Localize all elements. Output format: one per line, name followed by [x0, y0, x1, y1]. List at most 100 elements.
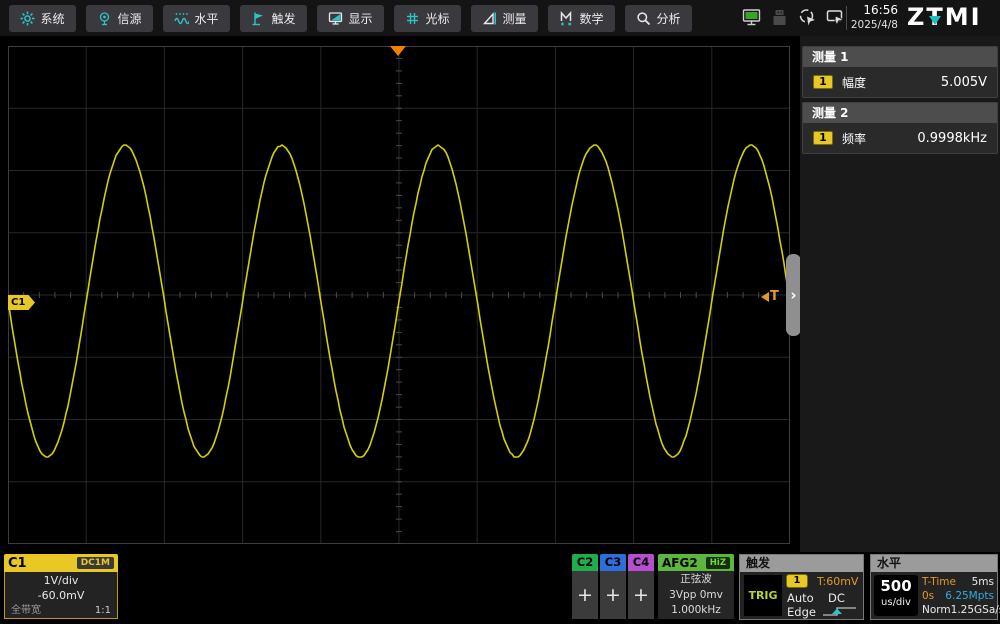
menu-button-system[interactable]: 系统 — [9, 5, 76, 32]
horizontal-panel[interactable]: 水平 500 us/div T-Time 5ms 0s 6.25Mpts Nor… — [870, 554, 998, 620]
touch-icon[interactable] — [798, 8, 817, 27]
channel1-header: C1 DC1M — [4, 554, 118, 572]
afg-header: AFG2 HiZ — [658, 554, 734, 571]
sample-rate: 1.25GSa/s — [951, 604, 1000, 616]
timebase-scale: 500 — [874, 577, 918, 596]
channel2-panel[interactable]: C2 + — [572, 554, 598, 619]
menu-label: 测量 — [502, 10, 526, 27]
measurement2-source-badge: 1 — [813, 131, 833, 145]
measurement-card-2[interactable]: 测量 2 1 频率 0.9998kHz — [802, 102, 998, 154]
channel2-header: C2 — [572, 554, 598, 571]
channel4-panel[interactable]: C4 + — [628, 554, 654, 619]
trigger-level-value: T:60mV — [817, 575, 858, 588]
total-time-row: T-Time 5ms — [922, 576, 994, 588]
measurement2-title: 测量 2 — [803, 103, 997, 123]
channel3-add-button[interactable]: + — [600, 571, 626, 619]
channel1-info: 1V/div -60.0mV 全带宽 1:1 — [4, 572, 118, 619]
trigger-type: Edge — [787, 605, 816, 619]
t-time-label: T-Time — [922, 576, 956, 588]
signal-source-icon — [97, 11, 112, 26]
trigger-panel-title: 触发 — [740, 555, 863, 572]
bottom-status-bar: C1 DC1M 1V/div -60.0mV 全带宽 1:1 C2 + C3 +… — [0, 552, 1000, 624]
channel1-scale: 1V/div — [5, 573, 117, 588]
horizontal-wave-icon — [174, 11, 189, 26]
brand-logo: ZTMI — [907, 3, 997, 33]
chevron-right-icon: › — [790, 286, 796, 304]
cursor-grid-icon — [405, 11, 420, 26]
trigger-position-marker-icon[interactable] — [390, 46, 406, 56]
menu-button-trigger[interactable]: 触发 — [240, 5, 307, 32]
flag-icon — [251, 11, 266, 26]
channel3-header: C3 — [600, 554, 626, 571]
display-icon — [328, 11, 343, 26]
channel1-name: C1 — [8, 556, 27, 571]
measurement2-label: 频率 — [842, 130, 866, 147]
measurement-sidebar: 测量 1 1 幅度 5.005V 测量 2 1 频率 0.9998kHz — [800, 36, 1000, 552]
brand-logo-triangle-icon — [929, 16, 941, 25]
menu-label: 显示 — [348, 10, 372, 27]
horizontal-panel-body: 500 us/div T-Time 5ms 0s 6.25Mpts Norm 1… — [871, 572, 997, 619]
acquisition-row: Norm 1.25GSa/s — [922, 604, 994, 616]
menu-button-analysis[interactable]: 分析 — [625, 5, 692, 32]
trigger-mode: Auto — [787, 591, 814, 605]
afg-info: 正弦波 3Vpp 0mv 1.000kHz — [658, 571, 734, 619]
afg-name: AFG2 — [662, 556, 698, 570]
waveform-display-area[interactable] — [8, 46, 790, 544]
measurement2-row: 1 频率 0.9998kHz — [803, 123, 997, 153]
afg-panel[interactable]: AFG2 HiZ 正弦波 3Vpp 0mv 1.000kHz — [658, 554, 734, 619]
trigger-panel[interactable]: 触发 TRIG 1 Auto Edge T:60mV DC — [739, 554, 864, 620]
measurement1-label: 幅度 — [842, 74, 866, 91]
delay-value: 0s — [922, 590, 934, 602]
channel4-add-button[interactable]: + — [628, 571, 654, 619]
top-menu-bar: 系统 信源 水平 — [0, 0, 1000, 36]
channel3-panel[interactable]: C3 + — [600, 554, 626, 619]
oscilloscope-screen: { "topbar": { "menu": [ { "label": "系统",… — [0, 0, 1000, 624]
trigger-level-marker[interactable]: T — [761, 289, 779, 304]
waveform-graticule — [8, 46, 790, 544]
date-display: 2025/4/8 — [850, 18, 898, 33]
acquisition-mode: Norm — [922, 604, 951, 616]
t-time-value: 5ms — [972, 576, 994, 588]
gesture-icon[interactable] — [826, 8, 845, 27]
menu-button-display[interactable]: 显示 — [317, 5, 384, 32]
menu-button-horizontal[interactable]: 水平 — [163, 5, 230, 32]
timebase-box[interactable]: 500 us/div — [874, 575, 918, 616]
magnifier-icon — [636, 11, 651, 26]
rising-edge-icon — [822, 605, 858, 617]
trigger-status-indicator: TRIG — [744, 575, 782, 616]
channel2-add-button[interactable]: + — [572, 571, 598, 619]
trigger-coupling: DC — [828, 591, 845, 605]
trigger-source-badge: 1 — [786, 574, 808, 588]
plus-icon: + — [605, 584, 621, 606]
measurement1-source-badge: 1 — [813, 75, 833, 89]
plus-icon: + — [577, 584, 593, 606]
menu-label: 数学 — [579, 10, 603, 27]
side-panel-expander-handle[interactable]: › — [786, 254, 801, 336]
menu-label: 分析 — [656, 10, 680, 27]
menu-label: 信源 — [117, 10, 141, 27]
measurement1-title: 测量 1 — [803, 47, 997, 67]
menu-button-measure[interactable]: 测量 — [471, 5, 538, 32]
menu-button-source[interactable]: 信源 — [86, 5, 153, 32]
timebase-unit: us/div — [874, 596, 918, 609]
delay-memory-row: 0s 6.25Mpts — [922, 590, 994, 602]
channel4-header: C4 — [628, 554, 654, 571]
afg-impedance-badge: HiZ — [706, 557, 730, 569]
afg-waveform-type: 正弦波 — [658, 572, 734, 588]
measurement1-row: 1 幅度 5.005V — [803, 67, 997, 97]
measurement-card-1[interactable]: 测量 1 1 幅度 5.005V — [802, 46, 998, 98]
screen-share-icon[interactable] — [742, 8, 761, 27]
horizontal-panel-title: 水平 — [871, 555, 997, 572]
usb-storage-icon[interactable] — [770, 8, 789, 27]
measurement1-value: 5.005V — [941, 75, 987, 90]
time-display: 16:56 — [850, 3, 898, 18]
trigger-level-label: T — [770, 289, 779, 304]
channel1-bandwidth-row: 全带宽 1:1 — [5, 603, 117, 618]
status-icon-cluster — [742, 8, 845, 27]
clock: 16:56 2025/4/8 — [850, 3, 898, 33]
menu-button-math[interactable]: 数学 — [548, 5, 615, 32]
channel1-panel[interactable]: C1 DC1M 1V/div -60.0mV 全带宽 1:1 — [4, 554, 118, 619]
menu-button-row: 系统 信源 水平 — [0, 0, 692, 36]
channel1-bandwidth: 全带宽 — [11, 603, 41, 618]
menu-button-cursor[interactable]: 光标 — [394, 5, 461, 32]
